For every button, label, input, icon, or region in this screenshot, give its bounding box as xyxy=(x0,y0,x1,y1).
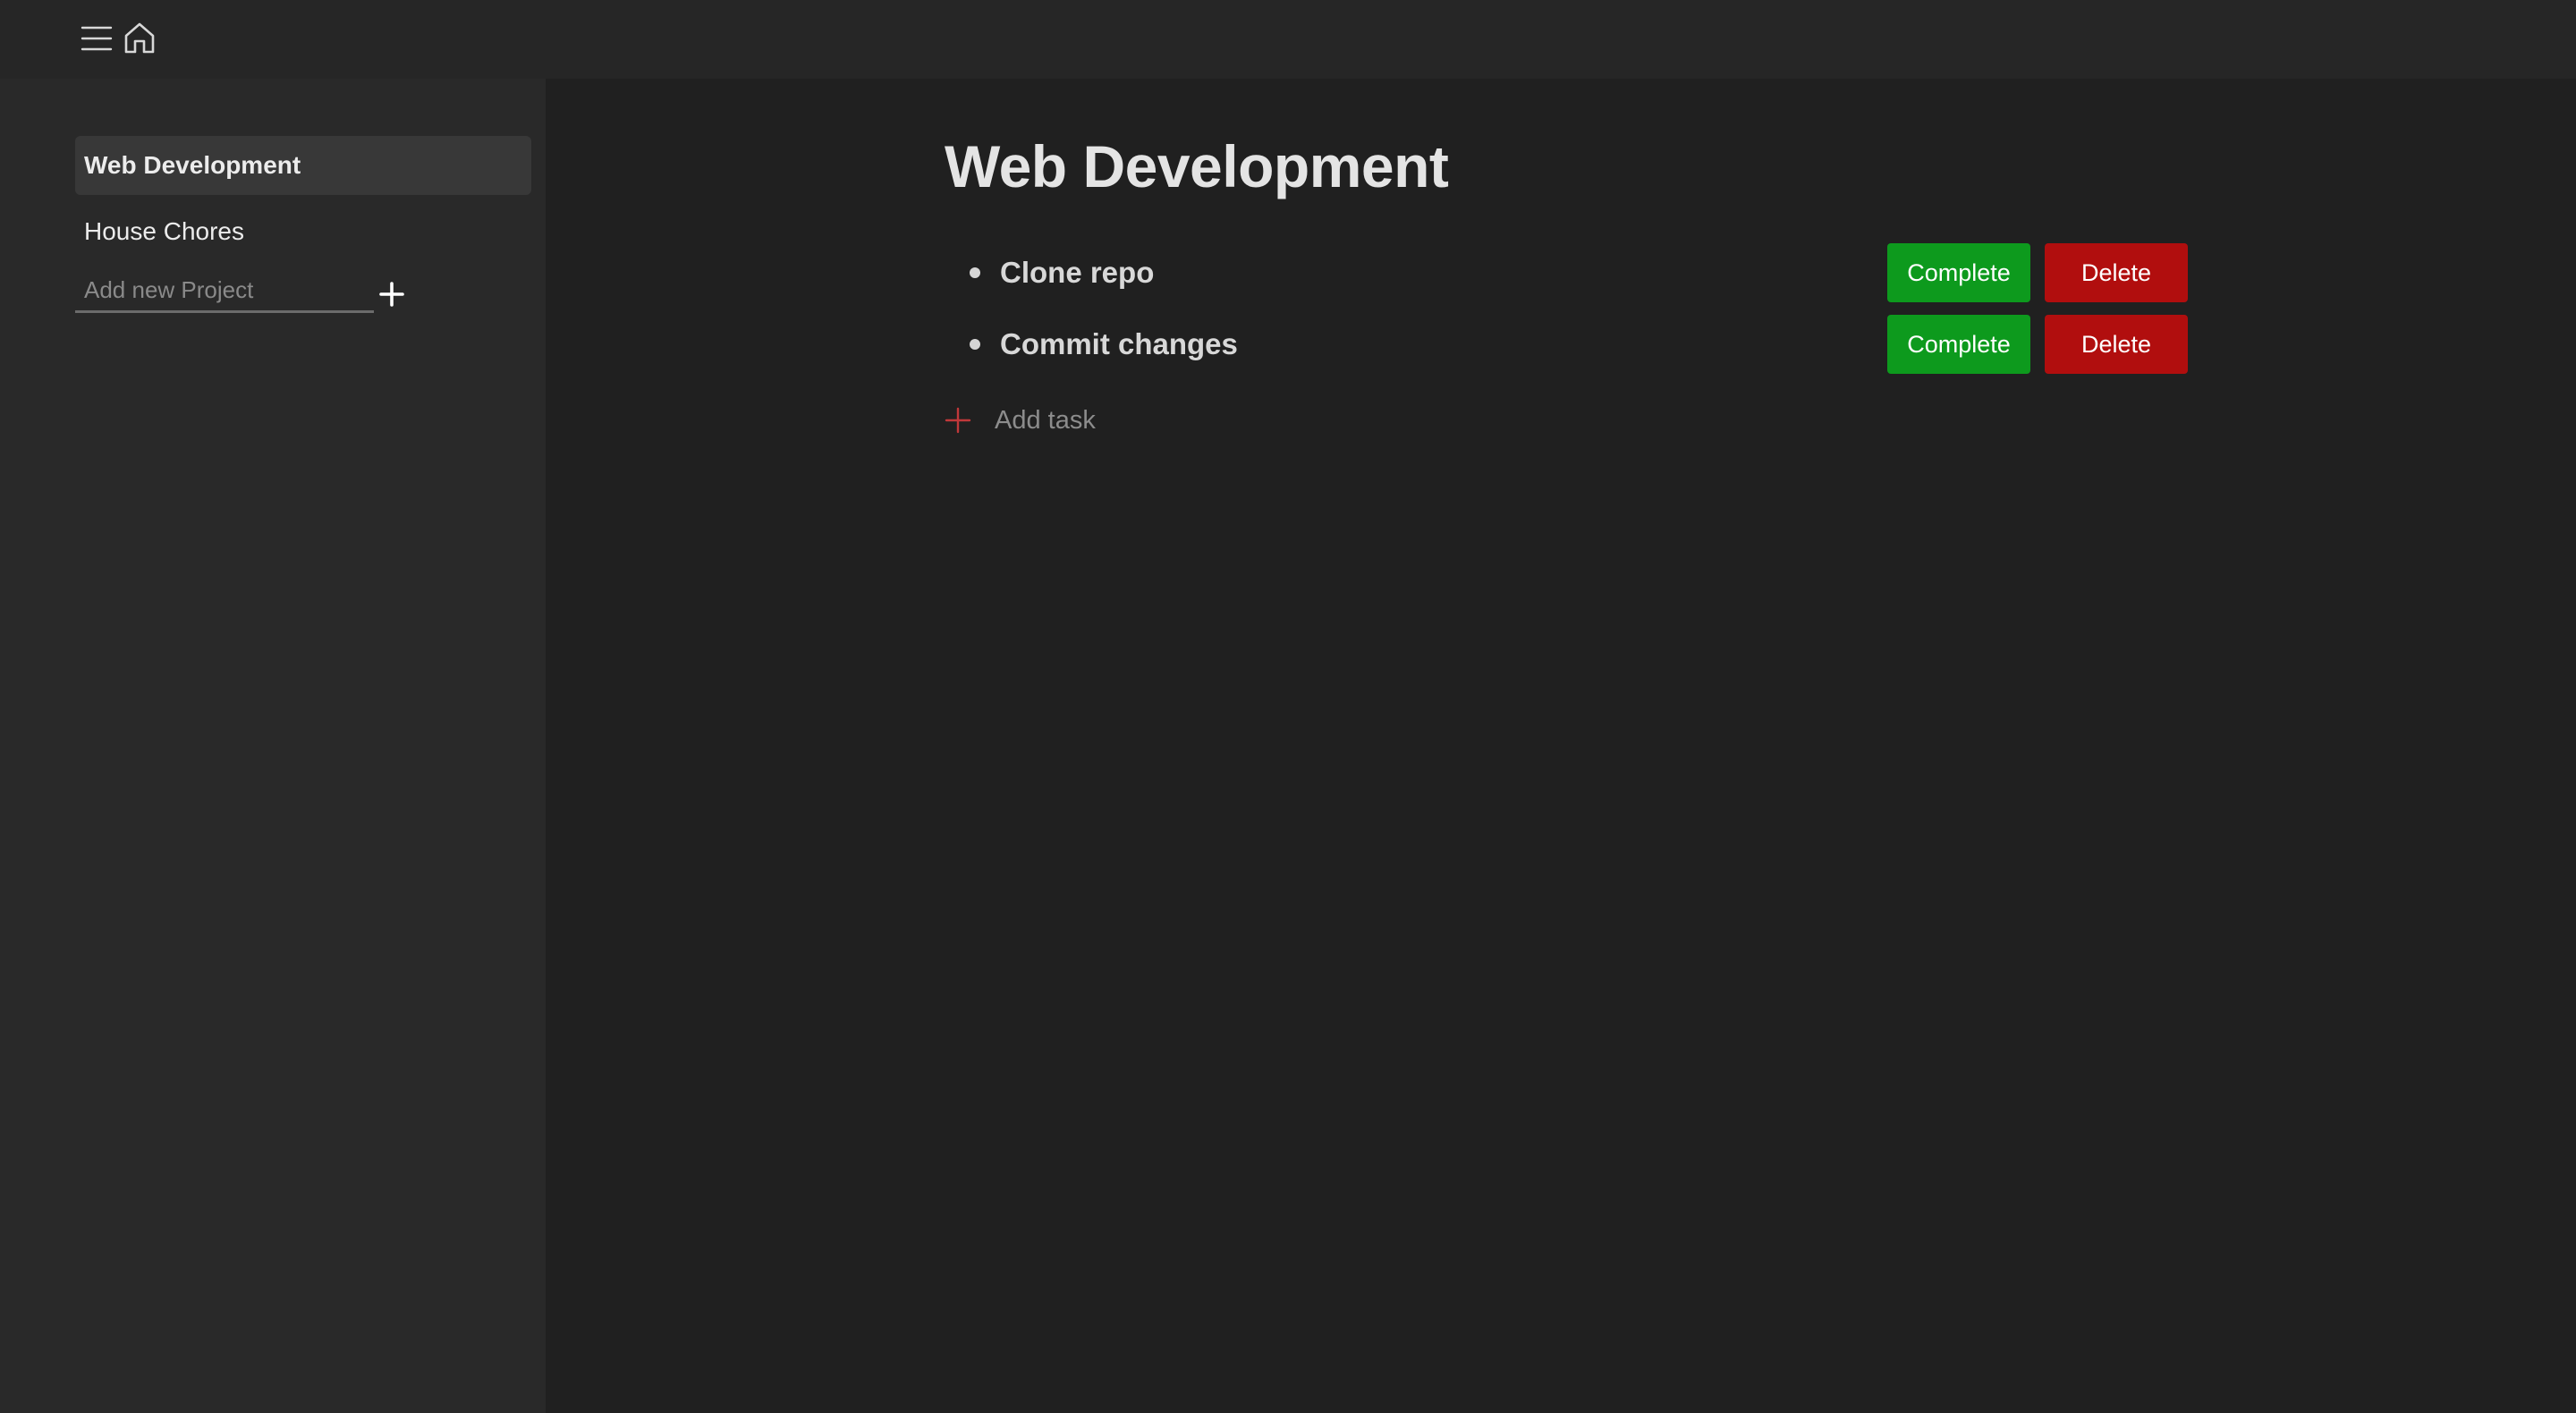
project-label: House Chores xyxy=(84,217,244,245)
main-content: Web Development Clone repo Complete Dele… xyxy=(546,79,2576,1413)
project-label: Web Development xyxy=(84,151,301,179)
delete-button[interactable]: Delete xyxy=(2045,315,2188,374)
sidebar-item-web-development[interactable]: Web Development xyxy=(75,136,531,195)
task-label: Commit changes xyxy=(1000,327,1238,360)
add-task-button[interactable]: Add task xyxy=(945,401,1096,440)
delete-button[interactable]: Delete xyxy=(2045,243,2188,302)
top-bar xyxy=(0,0,2576,79)
sidebar-item-house-chores[interactable]: House Chores xyxy=(75,202,531,261)
plus-icon xyxy=(945,407,971,434)
project-sidebar: Web Development House Chores xyxy=(0,79,546,1413)
bullet-icon xyxy=(970,339,980,350)
add-project-plus-icon[interactable] xyxy=(376,278,408,310)
task-label: Clone repo xyxy=(1000,256,1155,289)
task-row: Clone repo Complete Delete xyxy=(970,243,2188,302)
home-icon[interactable] xyxy=(122,20,157,55)
add-task-label: Add task xyxy=(995,405,1096,435)
task-row: Commit changes Complete Delete xyxy=(970,315,2188,374)
hamburger-menu-icon[interactable] xyxy=(80,23,113,54)
bullet-icon xyxy=(970,267,980,278)
complete-button[interactable]: Complete xyxy=(1887,243,2030,302)
page-title: Web Development xyxy=(945,133,1449,199)
complete-button[interactable]: Complete xyxy=(1887,315,2030,374)
new-project-input[interactable] xyxy=(75,274,374,313)
